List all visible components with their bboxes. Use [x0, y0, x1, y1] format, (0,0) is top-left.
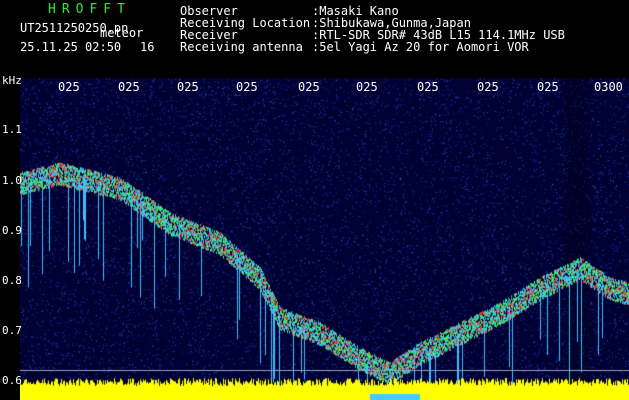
x-tick: 025 — [118, 80, 140, 94]
x-tick: 025 — [537, 80, 559, 94]
y-label-1-0: 1.0 — [2, 174, 22, 187]
antenna-value: :5el Yagi Az 20 for Aomori VOR — [312, 40, 529, 54]
x-tick: 025 — [236, 80, 258, 94]
x-tick: 025 — [356, 80, 378, 94]
antenna-label: Receiving antenna — [180, 40, 303, 54]
y-label-0-6: 0.6 — [2, 374, 22, 387]
count-label: 16 — [140, 40, 155, 54]
y-label-0-7: 0.7 — [2, 324, 22, 337]
x-tick: 0300 — [594, 80, 623, 94]
hrofft-window: HROFFT UT2511250250.pn meteor 25.11.25 0… — [0, 0, 629, 400]
x-tick: 025 — [177, 80, 199, 94]
x-tick: 025 — [58, 80, 80, 94]
y-label-0-8: 0.8 — [2, 274, 22, 287]
y-label-0-9: 0.9 — [2, 224, 22, 237]
spectrogram-canvas — [20, 78, 629, 400]
y-axis-unit: kHz — [2, 74, 22, 87]
y-label-1-1: 1.1 — [2, 123, 22, 136]
x-tick: 025 — [298, 80, 320, 94]
timestamp-label: 25.11.25 02:50 — [20, 40, 122, 54]
app-title: HROFFT — [48, 2, 131, 17]
x-tick: 025 — [417, 80, 439, 94]
mode-label: meteor — [100, 26, 144, 40]
x-tick: 025 — [477, 80, 499, 94]
